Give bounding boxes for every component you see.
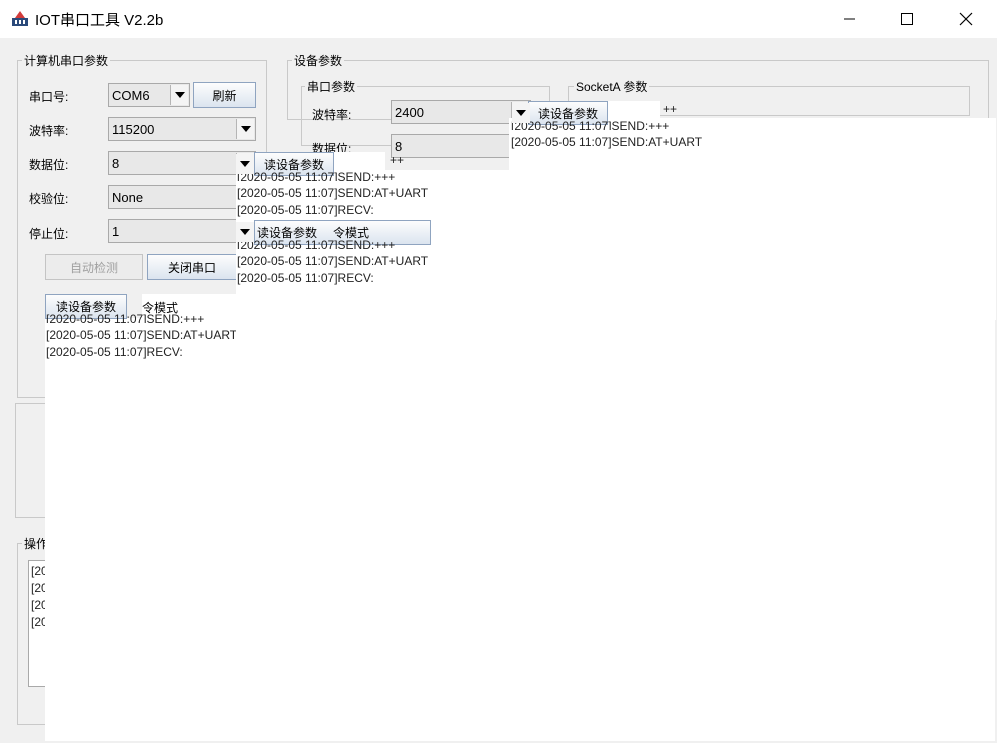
chevron-down-icon[interactable] <box>236 119 254 139</box>
ghost-log-line: [2020-05-05 11:07]SEND:+++ <box>237 238 396 249</box>
ghost-log-line: [2020-05-05 11:07]SEND:AT+UART <box>46 328 236 342</box>
repaint-artifact-area <box>45 318 995 741</box>
stop-bits-label: 停止位: <box>29 227 69 241</box>
close-window-button[interactable] <box>943 0 989 38</box>
port-select-value: COM6 <box>112 88 150 103</box>
app-logo-icon <box>11 9 29 27</box>
device-params-group-title: 设备参数 <box>292 52 345 69</box>
computer-serial-group-title: 计算机串口参数 <box>22 52 111 69</box>
chevron-down-icon[interactable] <box>170 85 188 105</box>
refresh-button[interactable]: 刷新 <box>193 82 256 108</box>
data-bits-select[interactable]: 8 <box>108 151 256 175</box>
close-port-button[interactable]: 关闭串口 <box>147 254 237 280</box>
socket-a-group-title: SocketA 参数 <box>574 78 650 95</box>
ghost-log-line: [2020-05-05 11:07]SEND:+++ <box>46 312 205 323</box>
ghost-log-line: [2020-05-05 11:07]SEND:+++ <box>237 170 396 181</box>
data-bits-label: 数据位: <box>29 158 69 172</box>
ghost-log-line: [2020-05-05 11:07]RECV: <box>237 271 374 285</box>
port-select[interactable]: COM6 <box>108 83 190 107</box>
parity-select[interactable]: None <box>108 185 256 209</box>
ghost-log-line: [2020-05-05 11:07]RECV: <box>46 345 183 359</box>
port-label: 串口号: <box>29 90 69 104</box>
baud-select[interactable]: 115200 <box>108 117 256 141</box>
auto-detect-button[interactable]: 自动检测 <box>45 254 143 280</box>
close-icon <box>959 12 973 26</box>
window-title: IOT串口工具 V2.2b <box>35 12 164 29</box>
chevron-down-icon <box>236 154 254 174</box>
minimize-icon <box>844 18 855 20</box>
ghost-log-partial: ++ <box>663 102 678 116</box>
maximize-button[interactable] <box>884 0 930 38</box>
stop-bits-select-value: 1 <box>112 224 120 239</box>
parity-label: 校验位: <box>29 192 69 206</box>
baud-label: 波特率: <box>29 124 69 138</box>
ghost-log-line: [2020-05-05 11:07]SEND:AT+UART <box>511 135 703 149</box>
parity-select-value: None <box>112 190 144 205</box>
stop-bits-select[interactable]: 1 <box>108 219 256 243</box>
device-data-bits-select[interactable]: 8 <box>391 134 511 158</box>
chevron-down-icon <box>512 103 530 123</box>
baud-select-value: 115200 <box>112 122 155 137</box>
ghost-log-partial: ++ <box>390 153 405 167</box>
minimize-button[interactable] <box>827 0 873 38</box>
ghost-log-line: [2020-05-05 11:07]RECV: <box>237 203 374 217</box>
ghost-log-line: [2020-05-05 11:07]SEND:AT+UART <box>237 254 429 268</box>
maximize-icon <box>901 13 913 25</box>
device-baud-label: 波特率: <box>312 108 352 122</box>
data-bits-select-value: 8 <box>112 156 120 171</box>
device-baud-select-value: 2400 <box>395 105 424 120</box>
ghost-log-line: [2020-05-05 11:07]SEND:AT+UART <box>237 186 429 200</box>
device-serial-group-title: 串口参数 <box>305 78 358 95</box>
ghost-log-line: [2020-05-05 11:07]SEND:+++ <box>511 119 670 130</box>
chevron-down-icon <box>236 222 254 242</box>
